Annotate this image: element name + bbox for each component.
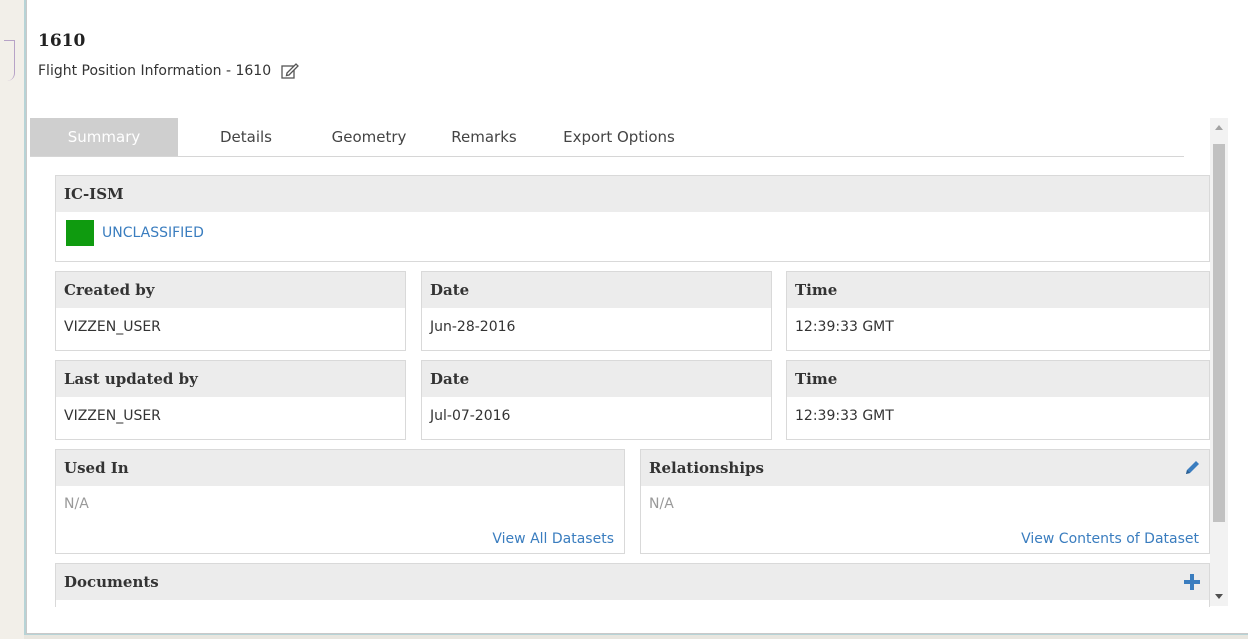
updated-time-value: 12:39:33 GMT <box>795 408 894 424</box>
created-date-card: Date Jun-28-2016 <box>421 271 772 351</box>
ic-ism-header: IC-ISM <box>56 176 1209 212</box>
used-in-card: Used In N/A View All Datasets <box>55 449 625 554</box>
updated-date-value: Jul-07-2016 <box>430 408 511 424</box>
scrollbar-thumb[interactable] <box>1213 144 1225 522</box>
classification-row: UNCLASSIFIED <box>56 212 1209 254</box>
tab-export-options[interactable]: Export Options <box>544 118 694 156</box>
documents-card: Documents <box>55 563 1210 607</box>
view-contents-of-dataset-link[interactable]: View Contents of Dataset <box>1021 531 1199 547</box>
relationships-card: Relationships N/A View Contents of Datas… <box>640 449 1210 554</box>
created-by-label: Created by <box>56 272 405 308</box>
tab-bar: Summary Details Geometry Remarks Export … <box>30 118 1184 157</box>
used-in-header: Used In <box>56 450 624 486</box>
subtitle-text: Flight Position Information - 1610 <box>38 63 272 79</box>
updated-time-label: Time <box>787 361 1209 397</box>
tab-details[interactable]: Details <box>178 118 314 156</box>
edit-note-icon[interactable] <box>281 63 300 79</box>
created-time-label: Time <box>787 272 1209 308</box>
created-time-card: Time 12:39:33 GMT <box>786 271 1210 351</box>
page-subtitle: Flight Position Information - 1610 <box>38 63 300 79</box>
map-background <box>0 0 24 639</box>
tab-geometry[interactable]: Geometry <box>314 118 424 156</box>
created-time-value: 12:39:33 GMT <box>795 319 894 335</box>
scroll-up-icon[interactable] <box>1210 118 1228 136</box>
tab-remarks[interactable]: Remarks <box>424 118 544 156</box>
view-all-datasets-link[interactable]: View All Datasets <box>492 531 614 547</box>
updated-by-label: Last updated by <box>56 361 405 397</box>
created-date-value: Jun-28-2016 <box>430 319 516 335</box>
map-boundary-line <box>4 40 15 81</box>
tab-summary[interactable]: Summary <box>30 118 178 156</box>
created-by-card: Created by VIZZEN_USER <box>55 271 406 351</box>
relationships-header: Relationships <box>641 450 1209 486</box>
updated-date-card: Date Jul-07-2016 <box>421 360 772 440</box>
updated-time-card: Time 12:39:33 GMT <box>786 360 1210 440</box>
relationships-value: N/A <box>649 496 674 512</box>
created-by-value: VIZZEN_USER <box>64 319 161 335</box>
page-title: 1610 <box>38 31 86 51</box>
panel-scrollbar[interactable] <box>1210 118 1228 606</box>
ic-ism-card: IC-ISM UNCLASSIFIED <box>55 175 1210 262</box>
plus-icon[interactable] <box>1183 573 1201 591</box>
classification-link[interactable]: UNCLASSIFIED <box>102 225 204 241</box>
updated-by-card: Last updated by VIZZEN_USER <box>55 360 406 440</box>
map-bottom-strip <box>24 635 1248 639</box>
classification-color-swatch <box>66 220 94 246</box>
scroll-down-icon[interactable] <box>1210 588 1228 606</box>
used-in-value: N/A <box>64 496 89 512</box>
updated-date-label: Date <box>422 361 771 397</box>
documents-header: Documents <box>56 564 1209 600</box>
pencil-icon[interactable] <box>1183 459 1201 477</box>
documents-title: Documents <box>64 573 159 591</box>
updated-by-value: VIZZEN_USER <box>64 408 161 424</box>
created-date-label: Date <box>422 272 771 308</box>
relationships-title: Relationships <box>649 459 764 477</box>
